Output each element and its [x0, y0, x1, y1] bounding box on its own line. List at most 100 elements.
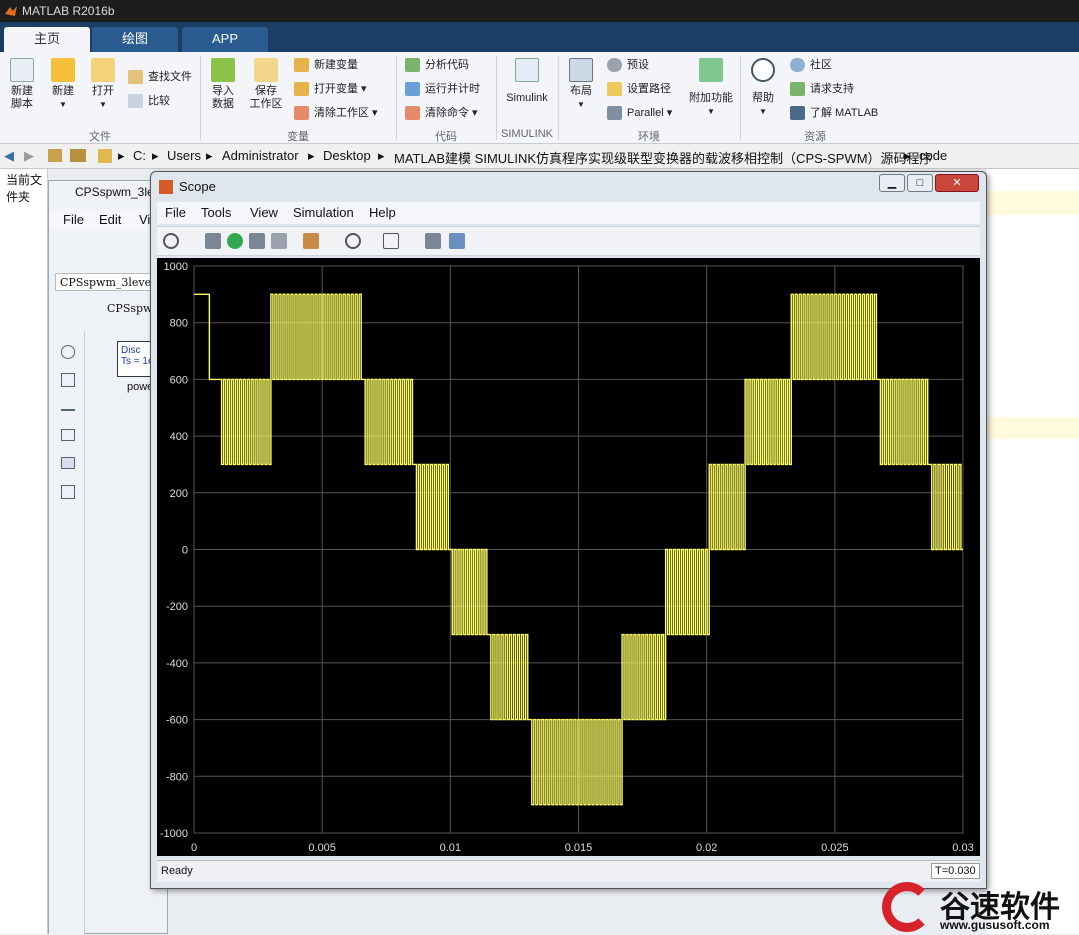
scope-chart[interactable]: 0 0.005 0.01 0.015 0.02 0.025 0.03 1000 800 600 40…	[157, 258, 980, 856]
preferences-button[interactable]: 预设	[607, 55, 649, 75]
watermark: 谷速软件 www.gususoft.com	[880, 880, 1079, 934]
menu-view[interactable]: View	[250, 205, 278, 220]
import-data-button[interactable]: 导入 数据	[208, 58, 238, 111]
help-button[interactable]: 帮助 ▼	[748, 58, 778, 118]
open-button[interactable]: 打开 ▼	[88, 58, 118, 111]
scope-plot-area[interactable]: 0 0.005 0.01 0.015 0.02 0.025 0.03 1000 800 600 40…	[157, 258, 980, 856]
compare-button[interactable]: 比较	[128, 91, 170, 111]
support-icon	[790, 82, 805, 96]
y-tick-label: -800	[166, 771, 188, 783]
parallel-button[interactable]: Parallel ▾	[607, 103, 672, 123]
arrow-icon[interactable]	[61, 401, 75, 411]
scope-window-title: Scope	[179, 179, 216, 194]
breadcrumb-item[interactable]: C:	[133, 148, 146, 163]
annotation-icon[interactable]	[61, 429, 75, 441]
scope-statusbar: Ready T=0.030	[157, 860, 980, 882]
area-icon[interactable]	[61, 485, 75, 499]
community-label: 社区	[810, 59, 832, 71]
app-title-bar: MATLAB R2016b	[0, 0, 1079, 22]
menu-view[interactable]: Vi	[139, 212, 150, 227]
new-button[interactable]: 新建 ▼	[48, 58, 78, 111]
new-variable-button[interactable]: 新建变量	[294, 55, 358, 75]
tab-home[interactable]: 主页	[4, 27, 90, 52]
image-icon[interactable]	[61, 457, 75, 469]
gear-icon	[607, 58, 622, 72]
resources-group-label: 资源	[804, 131, 826, 143]
matlab-logo-icon	[5, 6, 17, 16]
model-tab[interactable]: CPSspwm_3level	[55, 273, 165, 291]
menu-tools[interactable]: Tools	[201, 205, 231, 220]
scale-axes-icon[interactable]	[383, 233, 399, 249]
settings-gear-icon[interactable]	[163, 233, 179, 249]
analyze-code-button[interactable]: 分析代码	[405, 55, 469, 75]
learn-matlab-label: 了解 MATLAB	[810, 107, 879, 119]
forward-arrow-icon[interactable]: ▶	[24, 148, 34, 164]
layout-button[interactable]: 布局 ▼	[566, 58, 596, 111]
save-workspace-button[interactable]: 保存 工作区	[248, 58, 284, 111]
folder-open-icon	[91, 58, 115, 82]
x-tick-label: 0.03	[952, 842, 973, 854]
info-bar	[987, 417, 1079, 439]
stop-icon[interactable]	[271, 233, 287, 249]
run-icon[interactable]	[227, 233, 243, 249]
tab-plots[interactable]: 绘图	[92, 27, 178, 52]
new-variable-icon	[294, 58, 309, 72]
info-bar	[987, 191, 1079, 215]
plus-icon	[51, 58, 75, 82]
maximize-button[interactable]: □	[907, 174, 933, 192]
clear-commands-button[interactable]: 清除命令 ▾	[405, 103, 478, 123]
learn-matlab-icon	[790, 106, 805, 120]
help-label: 帮助	[752, 92, 774, 104]
menu-simulation[interactable]: Simulation	[293, 205, 354, 220]
menu-file[interactable]: File	[63, 212, 84, 227]
y-tick-label: -1000	[160, 828, 188, 840]
set-path-button[interactable]: 设置路径	[607, 79, 671, 99]
parallel-label: Parallel	[627, 107, 664, 119]
sim-time-readout: T=0.030	[931, 863, 980, 879]
add-ons-label: 附加功能	[689, 92, 733, 104]
community-button[interactable]: 社区	[790, 55, 832, 75]
add-ons-button[interactable]: 附加功能 ▼	[686, 58, 736, 118]
simulink-button[interactable]: Simulink	[502, 58, 552, 105]
zoom-icon[interactable]	[61, 345, 75, 359]
open-variable-button[interactable]: 打开变量 ▾	[294, 79, 367, 99]
triggers-icon[interactable]	[425, 233, 441, 249]
clear-workspace-label: 清除工作区	[314, 107, 369, 119]
browse-folder-icon[interactable]	[70, 149, 86, 162]
minimize-button[interactable]: ▁	[879, 174, 905, 192]
breadcrumb-item[interactable]: code	[919, 148, 947, 163]
up-folder-icon[interactable]	[48, 149, 62, 162]
y-tick-label: 600	[170, 374, 188, 386]
simulink-label: Simulink	[506, 92, 548, 104]
breadcrumb-item[interactable]: Desktop	[323, 148, 371, 163]
breadcrumb-item[interactable]: Administrator	[222, 148, 299, 163]
step-forward-icon[interactable]	[249, 233, 265, 249]
find-files-button[interactable]: 查找文件	[128, 67, 192, 87]
run-and-time-button[interactable]: 运行并计时	[405, 79, 480, 99]
step-back-icon[interactable]	[205, 233, 221, 249]
x-tick-label: 0.005	[308, 842, 336, 854]
scope-menubar: File Tools View Simulation Help	[157, 202, 980, 224]
scope-toolbar	[157, 226, 980, 256]
tab-apps[interactable]: APP	[182, 27, 268, 52]
fit-view-icon[interactable]	[61, 373, 75, 387]
simulink-icon	[515, 58, 539, 82]
menu-edit[interactable]: Edit	[99, 212, 121, 227]
zoom-in-icon[interactable]	[345, 233, 361, 249]
clear-workspace-button[interactable]: 清除工作区 ▾	[294, 103, 378, 123]
close-button[interactable]: ✕	[935, 174, 979, 192]
menu-help[interactable]: Help	[369, 205, 396, 220]
menu-file[interactable]: File	[165, 205, 186, 220]
learn-matlab-button[interactable]: 了解 MATLAB	[790, 103, 878, 123]
new-script-button[interactable]: 新建 脚本	[6, 58, 38, 111]
back-arrow-icon[interactable]: ◀	[4, 148, 14, 164]
run-and-time-label: 运行并计时	[425, 83, 480, 95]
breadcrumb-item[interactable]: Users	[167, 148, 201, 163]
request-support-button[interactable]: 请求支持	[790, 79, 854, 99]
breadcrumb-item[interactable]: MATLAB建模 SIMULINK仿真程序实现级联型变换器的载波移相控制（CPS…	[394, 148, 933, 167]
command-window-area	[987, 169, 1079, 934]
highlight-block-icon[interactable]	[303, 233, 319, 249]
y-tick-label: 800	[170, 318, 188, 330]
cursor-measurements-icon[interactable]	[449, 233, 465, 249]
open-variable-icon	[294, 82, 309, 96]
